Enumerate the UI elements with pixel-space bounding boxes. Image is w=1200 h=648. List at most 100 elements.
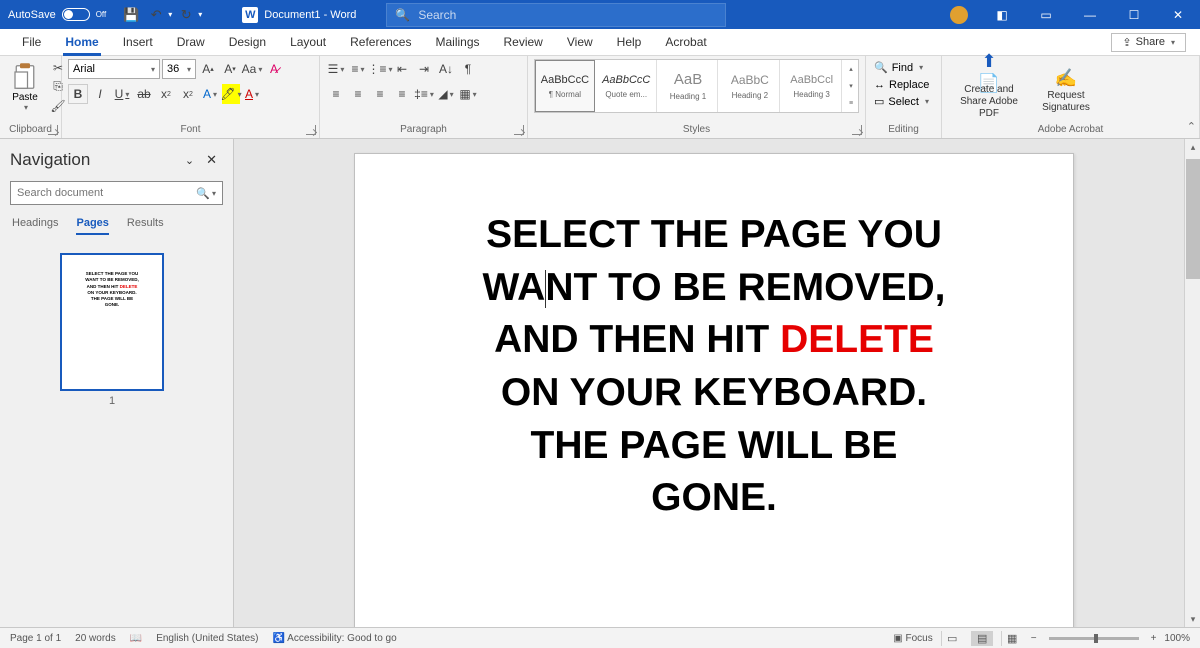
redo-icon[interactable]: ↻	[175, 4, 197, 26]
increase-indent-icon[interactable]: ⇥	[414, 59, 434, 79]
status-page[interactable]: Page 1 of 1	[10, 633, 61, 644]
clipboard-launcher-icon[interactable]	[48, 125, 58, 135]
tab-insert[interactable]: Insert	[111, 29, 165, 55]
grow-font-icon[interactable]: A▴	[198, 59, 218, 79]
tab-mailings[interactable]: Mailings	[423, 29, 491, 55]
clear-formatting-icon[interactable]: A̷	[264, 59, 284, 79]
select-button[interactable]: ▭Select▾	[872, 93, 935, 110]
create-share-pdf-button[interactable]: ⬆📄 Create and Share Adobe PDF	[948, 59, 1030, 120]
page-thumbnail[interactable]: SELECT THE PAGE YOU WANT TO BE REMOVED, …	[60, 253, 164, 391]
undo-dropdown-icon[interactable]: ▾	[168, 10, 172, 19]
italic-button[interactable]: I	[90, 84, 110, 104]
nav-tab-headings[interactable]: Headings	[12, 217, 58, 235]
web-layout-icon[interactable]: ▦	[1001, 631, 1023, 646]
underline-button[interactable]: U▾	[112, 84, 132, 104]
paragraph-launcher-icon[interactable]	[514, 125, 524, 135]
request-signatures-button[interactable]: ✍ Request Signatures	[1032, 65, 1100, 114]
scroll-down-icon[interactable]: ▾	[1185, 611, 1200, 627]
paste-button[interactable]: Paste ▾	[6, 60, 44, 114]
nav-close-icon[interactable]: ✕	[200, 149, 223, 171]
shading-icon[interactable]: ◢▾	[436, 84, 456, 104]
minimize-button[interactable]: —	[1068, 0, 1112, 29]
tab-layout[interactable]: Layout	[278, 29, 338, 55]
collapse-ribbon-icon[interactable]: ⌃	[1187, 120, 1196, 133]
style-normal[interactable]: AaBbCcC¶ Normal	[535, 60, 595, 112]
style-heading2[interactable]: AaBbCHeading 2	[720, 60, 780, 112]
undo-icon[interactable]: ↶	[145, 4, 167, 26]
align-left-icon[interactable]: ≡	[326, 84, 346, 104]
nav-tab-results[interactable]: Results	[127, 217, 164, 235]
qat-customize-icon[interactable]: ▾	[198, 10, 202, 19]
zoom-level[interactable]: 100%	[1164, 633, 1190, 644]
subscript-button[interactable]: x2	[156, 84, 176, 104]
align-right-icon[interactable]: ≡	[370, 84, 390, 104]
justify-icon[interactable]: ≡	[392, 84, 412, 104]
font-size-selector[interactable]: 36▾	[162, 59, 196, 79]
font-launcher-icon[interactable]	[306, 125, 316, 135]
nav-search-field[interactable]: 🔍 ▾	[10, 181, 223, 205]
highlight-icon[interactable]: 🖊▾	[222, 84, 240, 104]
tab-help[interactable]: Help	[605, 29, 654, 55]
tab-design[interactable]: Design	[217, 29, 278, 55]
text-effects-icon[interactable]: A▾	[200, 84, 220, 104]
tell-me-search[interactable]: 🔍 Search	[386, 3, 726, 27]
share-button[interactable]: ⇪ Share ▾	[1111, 33, 1186, 52]
borders-icon[interactable]: ▦▾	[458, 84, 478, 104]
font-name-selector[interactable]: Arial▾	[68, 59, 160, 79]
tab-file[interactable]: File	[10, 29, 53, 55]
sort-icon[interactable]: A↓	[436, 59, 456, 79]
read-mode-icon[interactable]: ▭	[941, 631, 963, 646]
show-marks-icon[interactable]: ¶	[458, 59, 478, 79]
tab-home[interactable]: Home	[53, 29, 110, 55]
user-avatar-icon[interactable]	[950, 6, 968, 24]
tab-acrobat[interactable]: Acrobat	[653, 29, 718, 55]
zoom-slider[interactable]	[1049, 637, 1139, 640]
print-layout-icon[interactable]: ▤	[971, 631, 993, 646]
change-case-icon[interactable]: Aa▾	[242, 59, 262, 79]
styles-gallery[interactable]: AaBbCcC¶ Normal AaBbCcCQuote em... AaBHe…	[534, 59, 859, 113]
tab-draw[interactable]: Draw	[165, 29, 217, 55]
styles-launcher-icon[interactable]	[852, 125, 862, 135]
status-accessibility[interactable]: ♿ Accessibility: Good to go	[272, 633, 396, 644]
numbering-icon[interactable]: ≡▾	[348, 59, 368, 79]
scroll-up-icon[interactable]: ▴	[1185, 139, 1200, 155]
zoom-out-button[interactable]: −	[1031, 633, 1037, 644]
nav-tab-pages[interactable]: Pages	[76, 217, 108, 235]
style-quote[interactable]: AaBbCcCQuote em...	[597, 60, 657, 112]
document-page[interactable]: SELECT THE PAGE YOU WANT TO BE REMOVED, …	[354, 153, 1074, 627]
nav-search-dropdown-icon[interactable]: ▾	[210, 189, 216, 198]
superscript-button[interactable]: x2	[178, 84, 198, 104]
multilevel-list-icon[interactable]: ⋮≡▾	[370, 59, 390, 79]
autosave-toggle[interactable]: AutoSave Off	[0, 8, 114, 21]
maximize-button[interactable]: ☐	[1112, 0, 1156, 29]
nav-search-input[interactable]	[17, 187, 196, 199]
replace-button[interactable]: ↔Replace	[872, 76, 935, 93]
focus-mode-button[interactable]: ▣ Focus	[893, 633, 932, 644]
font-color-icon[interactable]: A▾	[242, 84, 262, 104]
tab-references[interactable]: References	[338, 29, 423, 55]
decrease-indent-icon[interactable]: ⇤	[392, 59, 412, 79]
window-overlay-icon[interactable]: ▭	[1024, 0, 1068, 29]
zoom-in-button[interactable]: +	[1151, 633, 1157, 644]
scrollbar-thumb[interactable]	[1186, 159, 1200, 279]
close-button[interactable]: ✕	[1156, 0, 1200, 29]
style-heading1[interactable]: AaBHeading 1	[659, 60, 719, 112]
status-language[interactable]: English (United States)	[156, 633, 258, 644]
styles-more-icon[interactable]: ▴▾≡	[844, 60, 858, 112]
style-heading3[interactable]: AaBbCclHeading 3	[782, 60, 842, 112]
line-spacing-icon[interactable]: ‡≡▾	[414, 84, 434, 104]
tab-view[interactable]: View	[555, 29, 605, 55]
save-icon[interactable]: 💾	[120, 4, 142, 26]
status-proofing-icon[interactable]: 📖	[130, 633, 142, 644]
bold-button[interactable]: B	[68, 84, 88, 104]
status-word-count[interactable]: 20 words	[75, 633, 116, 644]
bullets-icon[interactable]: ☰▾	[326, 59, 346, 79]
strikethrough-button[interactable]: ab	[134, 84, 154, 104]
shrink-font-icon[interactable]: A▾	[220, 59, 240, 79]
nav-chevron-down-icon[interactable]: ⌄	[179, 151, 200, 170]
ribbon-display-icon[interactable]: ◧	[980, 0, 1024, 29]
vertical-scrollbar[interactable]: ▴ ▾	[1184, 139, 1200, 627]
align-center-icon[interactable]: ≡	[348, 84, 368, 104]
find-button[interactable]: 🔍Find▾	[872, 59, 935, 76]
tab-review[interactable]: Review	[492, 29, 555, 55]
